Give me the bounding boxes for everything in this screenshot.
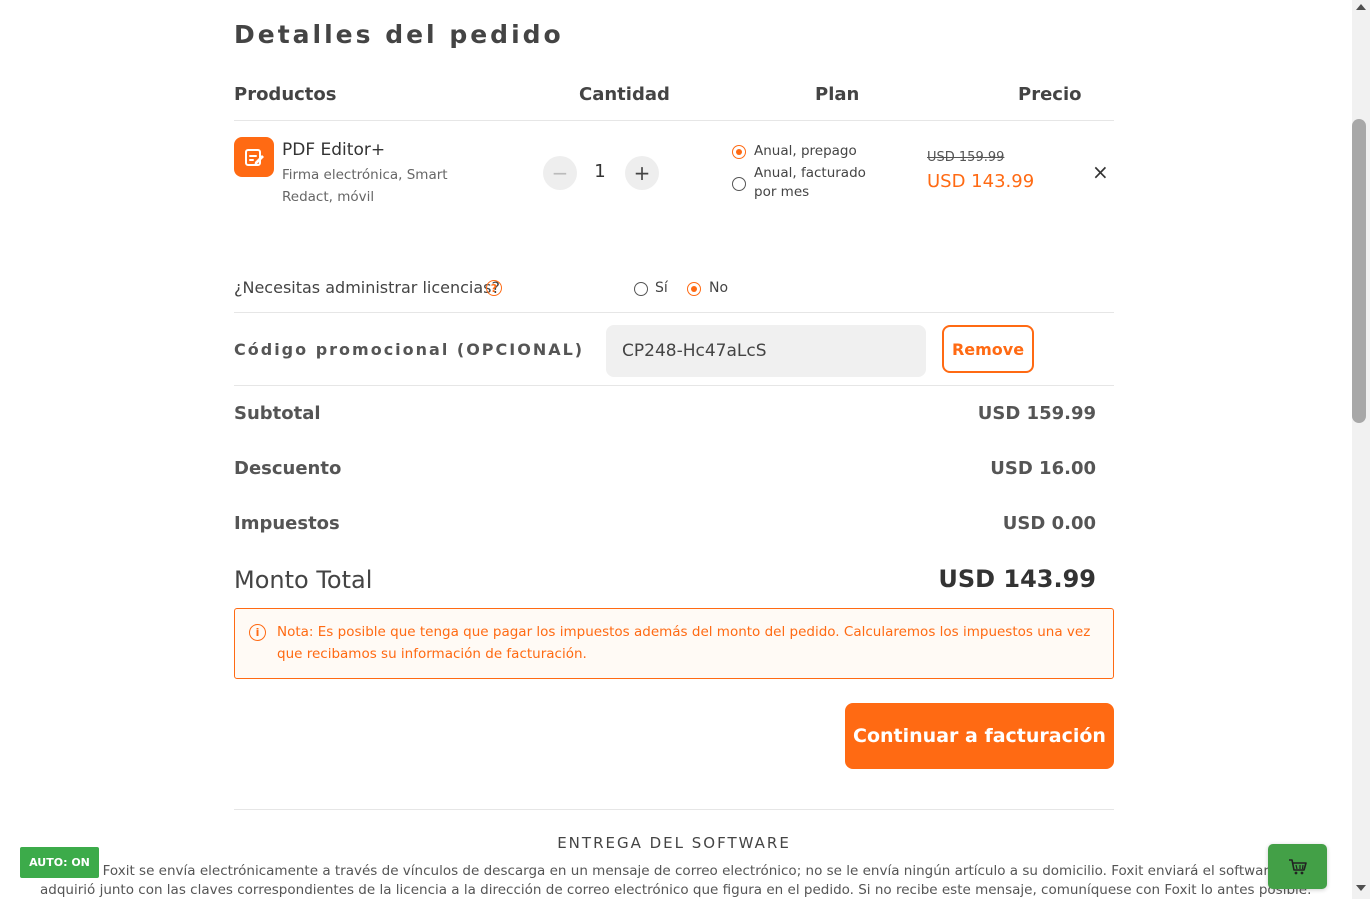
plan-annual-monthly-label[interactable]: Anual, facturado por mes (754, 164, 874, 202)
price-current: USD 143.99 (927, 171, 1035, 192)
total-label: Monto Total (234, 566, 373, 594)
subtotal-label: Subtotal (234, 403, 321, 424)
licenses-no-label[interactable]: No (709, 280, 728, 296)
discount-label: Descuento (234, 458, 342, 479)
total-value: USD 143.99 (938, 565, 1096, 593)
tax-value: USD 0.00 (1002, 513, 1096, 534)
auto-badge[interactable]: AUTO: ON (20, 847, 99, 878)
quantity-decrease-button[interactable]: − (543, 156, 577, 190)
delivery-title: ENTREGA DEL SOFTWARE (557, 834, 791, 852)
plan-annual-monthly-radio[interactable] (732, 177, 746, 191)
cart-button[interactable] (1268, 844, 1327, 889)
tax-note-text: Nota: Es posible que tenga que pagar los… (277, 624, 1091, 662)
licenses-no-radio[interactable] (687, 282, 701, 296)
delivery-line-1: tware Foxit se envía electrónicamente a … (60, 863, 1290, 879)
header-plan: Plan (815, 84, 860, 105)
licenses-question: ¿Necesitas administrar licencias? (234, 278, 501, 297)
plan-annual-prepaid-label[interactable]: Anual, prepago (754, 142, 857, 161)
info-icon: i (249, 624, 266, 641)
divider (234, 385, 1114, 386)
licenses-yes-radio[interactable] (634, 282, 648, 296)
tax-label: Impuestos (234, 513, 340, 534)
pdf-editor-icon (234, 137, 274, 177)
price-original: USD 159.99 (927, 150, 1005, 165)
promo-code-label: Código promocional (OPCIONAL) (234, 340, 585, 359)
scrollbar-thumb[interactable] (1352, 119, 1366, 423)
discount-value: USD 16.00 (990, 458, 1096, 479)
remove-item-icon[interactable]: × (1092, 160, 1109, 184)
quantity-value: 1 (594, 161, 606, 182)
checkout-page: Detalles del pedido Productos Cantidad P… (0, 0, 1352, 899)
plan-annual-prepaid-radio[interactable] (732, 145, 746, 159)
promo-remove-button[interactable]: Remove (942, 325, 1034, 373)
scroll-up-arrow-icon[interactable] (1356, 4, 1366, 10)
help-icon[interactable]: ? (486, 280, 502, 296)
product-name: PDF Editor+ (282, 140, 386, 160)
header-price: Precio (1018, 84, 1082, 105)
quantity-increase-button[interactable]: + (625, 156, 659, 190)
divider (234, 120, 1114, 121)
header-products: Productos (234, 84, 337, 105)
cart-icon (1288, 858, 1307, 874)
scroll-down-arrow-icon[interactable] (1356, 885, 1366, 891)
page-title: Detalles del pedido (234, 20, 564, 49)
divider (234, 312, 1114, 313)
promo-code-input[interactable] (606, 325, 926, 377)
licenses-yes-label[interactable]: Sí (655, 280, 668, 296)
subtotal-value: USD 159.99 (977, 403, 1096, 424)
header-quantity: Cantidad (579, 84, 670, 105)
tax-note: i Nota: Es posible que tenga que pagar l… (234, 608, 1114, 679)
delivery-line-2: adquirió junto con las claves correspond… (40, 882, 1312, 898)
delivery-text: tware Foxit se envía electrónicamente a … (40, 862, 1312, 899)
product-description: Firma electrónica, Smart Redact, móvil (282, 167, 448, 205)
continue-to-billing-button[interactable]: Continuar a facturación (845, 703, 1114, 769)
divider (234, 809, 1114, 810)
